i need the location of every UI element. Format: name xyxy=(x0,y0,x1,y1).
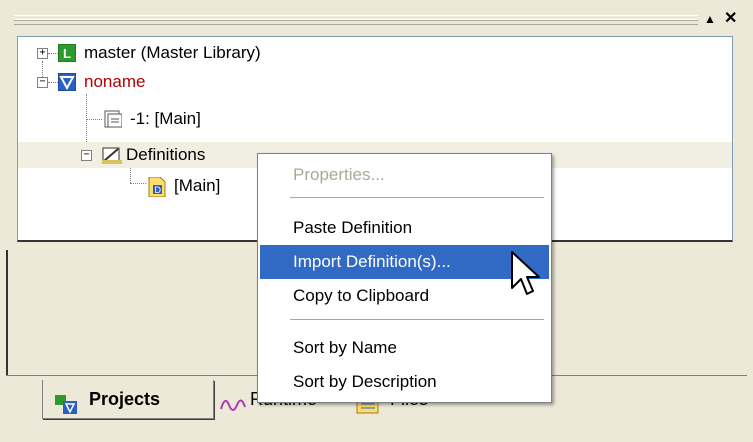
tree-item-label: master (Master Library) xyxy=(84,43,261,62)
program-icon xyxy=(104,110,123,128)
svg-text:D: D xyxy=(155,185,162,195)
panel-titlebar: ▲ ✕ xyxy=(6,10,747,32)
definitions-icon xyxy=(102,146,122,164)
tree-item-noname[interactable]: − noname xyxy=(18,69,518,95)
close-icon[interactable]: ✕ xyxy=(724,8,737,28)
menu-item-sort-by-name[interactable]: Sort by Name xyxy=(260,331,549,365)
tree-item-label: noname xyxy=(84,72,146,91)
float-arrow-icon[interactable]: ▲ xyxy=(704,12,716,26)
collapse-icon[interactable]: − xyxy=(81,150,92,161)
menu-separator xyxy=(290,197,544,198)
menu-item-import-definitions[interactable]: Import Definition(s)... xyxy=(260,245,549,279)
tab-label: Projects xyxy=(89,389,161,409)
mouse-pointer-icon xyxy=(510,250,544,302)
tab-projects[interactable]: Projects xyxy=(42,380,214,419)
svg-text:L: L xyxy=(63,46,71,61)
tree-item-label: -1: [Main] xyxy=(130,109,201,128)
projects-icon xyxy=(55,390,79,414)
collapse-icon[interactable]: − xyxy=(37,77,48,88)
runtime-wave-icon xyxy=(220,390,246,428)
project-icon xyxy=(57,72,77,92)
menu-item-copy-to-clipboard[interactable]: Copy to Clipboard xyxy=(260,279,549,313)
menu-item-sort-by-description[interactable]: Sort by Description xyxy=(260,365,549,399)
definition-file-icon: D xyxy=(148,176,166,198)
expand-icon[interactable]: + xyxy=(37,48,48,59)
tree-item-main-instance[interactable]: -1: [Main] xyxy=(18,106,518,132)
menu-separator xyxy=(290,319,544,320)
drag-grip[interactable] xyxy=(14,15,698,25)
library-icon: L xyxy=(57,43,77,63)
tree-item-label: [Main] xyxy=(174,176,221,195)
tree-item-master[interactable]: + L master (Master Library) xyxy=(18,40,518,66)
context-menu: Properties... Paste Definition Import De… xyxy=(257,153,552,403)
menu-item-paste-definition[interactable]: Paste Definition xyxy=(260,211,549,245)
menu-item-properties[interactable]: Properties... xyxy=(260,158,549,192)
tree-item-label: Definitions xyxy=(126,145,206,164)
